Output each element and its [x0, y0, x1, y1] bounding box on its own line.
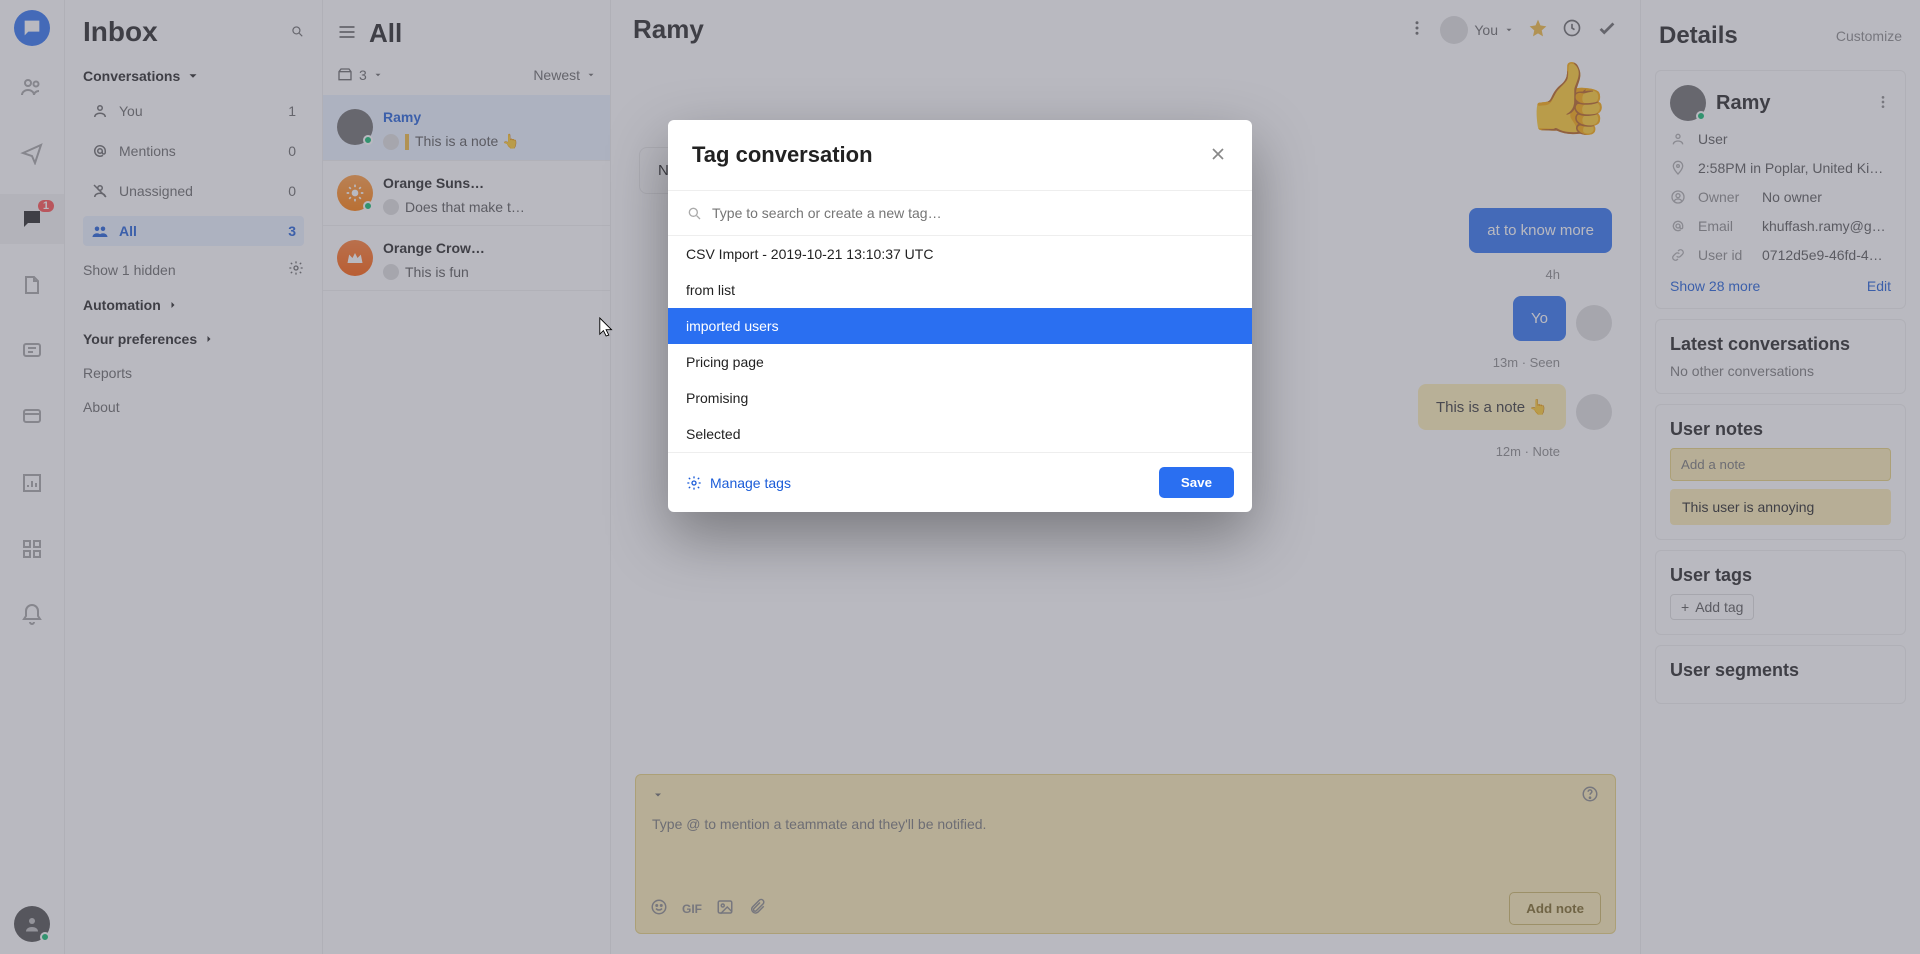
tag-option-csv[interactable]: CSV Import - 2019-10-21 13:10:37 UTC — [668, 236, 1252, 272]
tag-option-imported[interactable]: imported users — [668, 308, 1252, 344]
save-button[interactable]: Save — [1159, 467, 1234, 498]
gear-icon — [686, 475, 702, 491]
manage-tags-link[interactable]: Manage tags — [686, 475, 791, 491]
tag-option-from-list[interactable]: from list — [668, 272, 1252, 308]
close-icon — [1208, 144, 1228, 164]
modal-close-button[interactable] — [1208, 144, 1228, 167]
modal-scrim[interactable]: Tag conversation CSV Import - 2019-10-21… — [0, 0, 1920, 954]
tag-option-list: CSV Import - 2019-10-21 13:10:37 UTC fro… — [668, 236, 1252, 452]
modal-title: Tag conversation — [692, 142, 873, 168]
cursor-icon — [598, 316, 616, 338]
manage-tags-label: Manage tags — [710, 475, 791, 491]
tag-conversation-modal: Tag conversation CSV Import - 2019-10-21… — [668, 120, 1252, 512]
search-icon — [686, 205, 702, 221]
tag-option-pricing[interactable]: Pricing page — [668, 344, 1252, 380]
tag-option-selected[interactable]: Selected — [668, 416, 1252, 452]
tag-option-promising[interactable]: Promising — [668, 380, 1252, 416]
tag-search-input[interactable] — [712, 201, 1234, 225]
